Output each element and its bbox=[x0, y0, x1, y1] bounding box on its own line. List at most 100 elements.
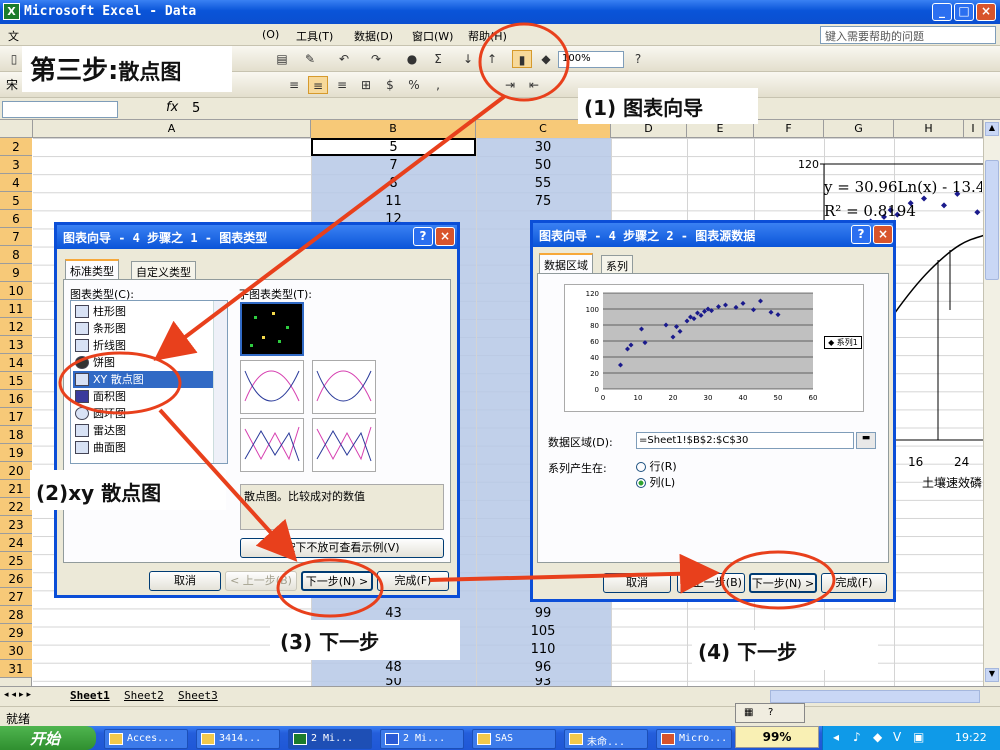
row-header[interactable]: 7 bbox=[0, 228, 32, 246]
font-name-select[interactable]: 宋 bbox=[6, 76, 18, 93]
cell-c3[interactable]: 50 bbox=[476, 158, 610, 173]
row-header[interactable]: 5 bbox=[0, 192, 32, 210]
row-header[interactable]: 27 bbox=[0, 588, 32, 606]
row-header[interactable]: 22 bbox=[0, 498, 32, 516]
align-left-icon[interactable]: ≡ bbox=[284, 76, 304, 94]
cell-c2[interactable]: 30 bbox=[476, 140, 610, 155]
column-header-i[interactable]: I bbox=[964, 120, 983, 138]
subtype-smooth-lines[interactable] bbox=[312, 360, 376, 414]
menu-data[interactable]: 数据(D) bbox=[354, 28, 393, 44]
row-header[interactable]: 17 bbox=[0, 408, 32, 426]
row-header[interactable]: 16 bbox=[0, 390, 32, 408]
taskbar-item-sas[interactable]: SAS bbox=[472, 729, 556, 749]
taskbar-item-word[interactable]: 2 Mi... bbox=[380, 729, 464, 749]
cell-c29[interactable]: 110 bbox=[476, 642, 610, 657]
list-item[interactable]: 折线图 bbox=[73, 337, 213, 354]
row-header[interactable]: 13 bbox=[0, 336, 32, 354]
cancel-button[interactable]: 取消 bbox=[149, 571, 221, 591]
tab-data-range[interactable]: 数据区域 bbox=[539, 253, 593, 273]
align-right-icon[interactable]: ≡ bbox=[332, 76, 352, 94]
column-header-f[interactable]: F bbox=[754, 120, 824, 138]
list-item[interactable]: 柱形图 bbox=[73, 303, 213, 320]
subtype-line-markers[interactable] bbox=[240, 418, 304, 472]
column-header-h[interactable]: H bbox=[894, 120, 964, 138]
subtype-straight-lines[interactable] bbox=[312, 418, 376, 472]
taskbar-item-excel[interactable]: 2 Mi... bbox=[288, 729, 372, 749]
redo-icon[interactable]: ↷ bbox=[366, 50, 386, 68]
cell-b5[interactable]: 11 bbox=[311, 194, 476, 209]
list-item[interactable]: 面积图 bbox=[73, 388, 213, 405]
data-range-input[interactable]: =Sheet1!$B$2:$C$30 bbox=[636, 432, 854, 449]
column-header-g[interactable]: G bbox=[824, 120, 894, 138]
autosum-icon[interactable]: Σ bbox=[428, 50, 448, 68]
row-header[interactable]: 23 bbox=[0, 516, 32, 534]
help-search-input[interactable]: 键入需要帮助的问题 bbox=[820, 26, 996, 44]
cell-c31[interactable]: 93 bbox=[476, 678, 610, 686]
scroll-down-icon[interactable]: ▼ bbox=[985, 668, 999, 682]
row-header[interactable]: 18 bbox=[0, 426, 32, 444]
row-header[interactable]: 3 bbox=[0, 156, 32, 174]
cell-c28[interactable]: 105 bbox=[476, 624, 610, 639]
cell-b30[interactable]: 48 bbox=[311, 660, 476, 675]
next-button[interactable]: 下一步(N) > bbox=[301, 571, 373, 591]
menu-window[interactable]: 窗口(W) bbox=[412, 28, 453, 44]
zoom-select[interactable]: 100% bbox=[558, 51, 624, 68]
sheet-tab-sheet3[interactable]: Sheet3 bbox=[178, 689, 218, 702]
shield-icon[interactable]: ◆ bbox=[873, 730, 882, 744]
list-item[interactable]: 圆环图 bbox=[73, 405, 213, 422]
sort-desc-icon[interactable]: ↑ bbox=[482, 50, 502, 68]
help-icon[interactable]: ? bbox=[628, 50, 648, 68]
row-header[interactable]: 9 bbox=[0, 264, 32, 282]
series-in-rows-radio[interactable]: 行(R) bbox=[636, 458, 677, 474]
scroll-up-icon[interactable]: ▲ bbox=[985, 122, 999, 136]
row-header[interactable]: 19 bbox=[0, 444, 32, 462]
row-header[interactable]: 10 bbox=[0, 282, 32, 300]
subtype-smooth-markers[interactable] bbox=[240, 360, 304, 414]
tab-series[interactable]: 系列 bbox=[601, 255, 633, 273]
row-header[interactable]: 6 bbox=[0, 210, 32, 228]
row-header[interactable]: 26 bbox=[0, 570, 32, 588]
name-box[interactable] bbox=[2, 101, 118, 118]
row-header[interactable]: 14 bbox=[0, 354, 32, 372]
currency-icon[interactable]: $ bbox=[380, 76, 400, 94]
list-item[interactable]: 条形图 bbox=[73, 320, 213, 337]
dialog-close-button[interactable]: × bbox=[873, 225, 893, 244]
tab-custom-types[interactable]: 自定义类型 bbox=[131, 261, 196, 279]
dialog-close-button[interactable]: × bbox=[435, 227, 455, 246]
list-scrollbar[interactable] bbox=[213, 301, 227, 463]
row-header[interactable]: 2 bbox=[0, 138, 32, 156]
volume-icon[interactable]: ♪ bbox=[853, 730, 861, 744]
chart-type-list[interactable]: 柱形图 条形图 折线图 饼图 XY 散点图 面积图 圆环图 雷达图 曲面图 bbox=[70, 300, 228, 464]
sort-asc-icon[interactable]: ↓ bbox=[458, 50, 478, 68]
finish-button[interactable]: 完成(F) bbox=[821, 573, 887, 593]
column-header-a[interactable]: A bbox=[33, 120, 311, 138]
finish-button[interactable]: 完成(F) bbox=[377, 571, 449, 591]
hyperlink-icon[interactable]: ● bbox=[402, 50, 422, 68]
row-header[interactable]: 30 bbox=[0, 642, 32, 660]
percent-icon[interactable]: % bbox=[404, 76, 424, 94]
row-header[interactable]: 11 bbox=[0, 300, 32, 318]
indent-icon[interactable]: ⇥ bbox=[500, 76, 520, 94]
list-item[interactable]: 雷达图 bbox=[73, 422, 213, 439]
preview-sample-button[interactable]: 按下不放可查看示例(V) bbox=[240, 538, 444, 558]
back-button[interactable]: < 上一步(B) bbox=[677, 573, 745, 593]
sheet-tab-sheet2[interactable]: Sheet2 bbox=[124, 689, 164, 702]
subtype-scatter-markers[interactable] bbox=[240, 302, 304, 356]
cell-c5[interactable]: 75 bbox=[476, 194, 610, 209]
tab-standard-types[interactable]: 标准类型 bbox=[65, 259, 119, 279]
merge-center-icon[interactable]: ⊞ bbox=[356, 76, 376, 94]
paste-icon[interactable]: ▤ bbox=[272, 50, 292, 68]
drawing-icon[interactable]: ◆ bbox=[536, 50, 556, 68]
network-icon[interactable]: ◂ bbox=[833, 730, 839, 744]
chart-wizard-icon[interactable]: ▮ bbox=[512, 50, 532, 68]
outdent-icon[interactable]: ⇤ bbox=[524, 76, 544, 94]
taskbar-item-microsoft[interactable]: Micro... bbox=[656, 729, 732, 749]
menu-tools[interactable]: 工具(T) bbox=[296, 28, 333, 44]
cell-b4[interactable]: 8 bbox=[311, 176, 476, 191]
tray-app-icon[interactable]: ▣ bbox=[913, 730, 924, 744]
row-header[interactable]: 31 bbox=[0, 660, 32, 678]
close-button[interactable]: × bbox=[976, 3, 996, 21]
horizontal-scrollbar[interactable] bbox=[770, 690, 980, 703]
cell-b3[interactable]: 7 bbox=[311, 158, 476, 173]
undo-icon[interactable]: ↶ bbox=[334, 50, 354, 68]
